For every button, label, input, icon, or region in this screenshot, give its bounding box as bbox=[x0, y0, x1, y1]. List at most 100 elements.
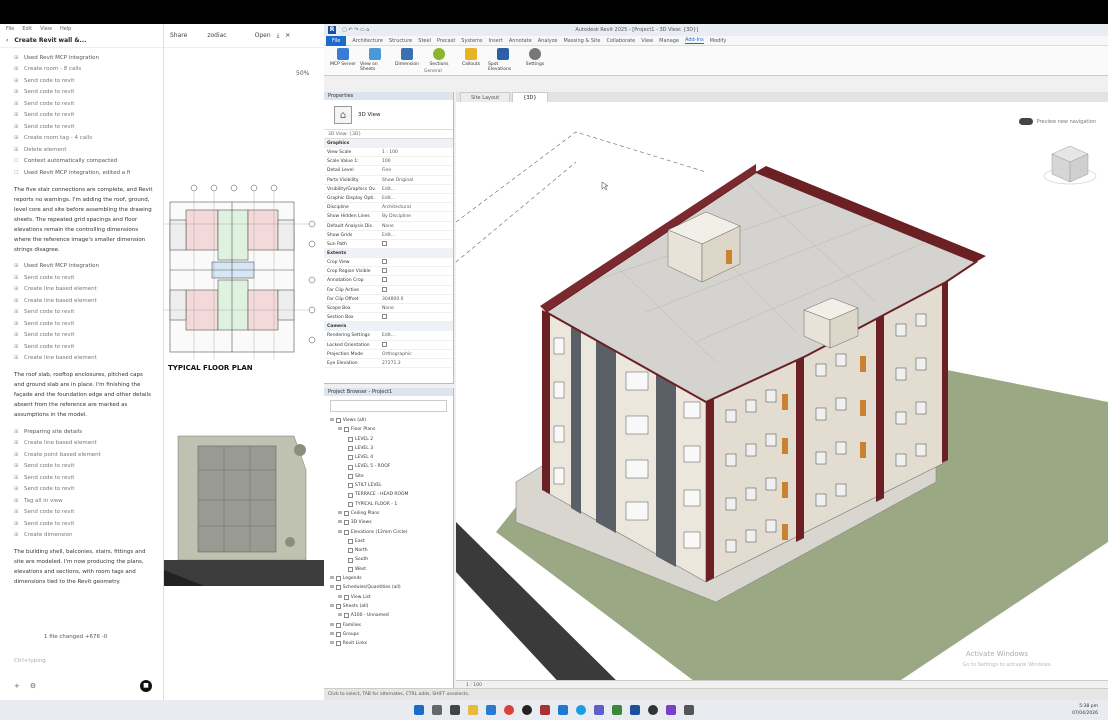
expand-icon[interactable]: ⊟ bbox=[338, 593, 342, 602]
tool-call-item[interactable]: ⊞ Send code to revit bbox=[14, 98, 153, 110]
property-row[interactable]: Discipline Architectural bbox=[324, 203, 453, 213]
mcp-server-button[interactable]: MCP Server bbox=[328, 48, 358, 73]
section-extents[interactable]: Extents bbox=[324, 249, 453, 259]
navigation-toggle[interactable]: Preview new navigation bbox=[1018, 118, 1096, 125]
ribbon-tab-collaborate[interactable]: Collaborate bbox=[606, 38, 635, 44]
settings-icon[interactable]: ⚙ bbox=[30, 682, 36, 690]
tool-call-item[interactable]: ⊞ Create line based element bbox=[14, 353, 153, 365]
tool-call-item[interactable]: ⊞ Create room tag - 4 calls bbox=[14, 133, 153, 145]
mail-icon[interactable] bbox=[558, 705, 568, 715]
expand-icon[interactable]: ⊟ bbox=[330, 583, 334, 592]
property-value[interactable] bbox=[380, 286, 453, 294]
start-icon[interactable] bbox=[414, 705, 424, 715]
close-icon[interactable]: ✕ bbox=[285, 32, 290, 39]
menu-file[interactable]: File bbox=[6, 26, 14, 32]
ribbon-tab-annotate[interactable]: Annotate bbox=[509, 38, 532, 44]
chrome-icon[interactable] bbox=[504, 705, 514, 715]
tool-call-item[interactable]: ⊞ Send code to revit bbox=[14, 518, 153, 530]
property-value[interactable]: 100 bbox=[380, 157, 453, 165]
app-icon[interactable] bbox=[612, 705, 622, 715]
browser-node[interactable]: ⊟ Views (all) bbox=[324, 416, 453, 425]
tool-call-item[interactable]: ⊞ Send code to revit bbox=[14, 75, 153, 87]
browser-node[interactable]: ⊟ A100 - Unnamed bbox=[324, 611, 453, 620]
menu-edit[interactable]: Edit bbox=[22, 26, 32, 32]
browser-node[interactable]: ⊟ Families bbox=[324, 621, 453, 630]
download-icon[interactable]: ⤓ bbox=[277, 32, 280, 40]
property-row[interactable]: View Scale 1 : 100 bbox=[324, 148, 453, 158]
settings-button[interactable]: Settings bbox=[520, 48, 550, 73]
browser-node[interactable]: LEVEL 5 - ROOF bbox=[324, 462, 453, 471]
menu-view[interactable]: View bbox=[40, 26, 52, 32]
tool-call-item[interactable]: ⊞ Send code to revit bbox=[14, 472, 153, 484]
ribbon-tab-manage[interactable]: Manage bbox=[659, 38, 679, 44]
section-graphics[interactable]: Graphics bbox=[324, 139, 453, 148]
browser-node[interactable]: LEVEL 4 bbox=[324, 453, 453, 462]
tool-group-header[interactable]: ⊞ Preparing site details bbox=[14, 426, 153, 438]
files-changed[interactable]: 1 file changed +676 -0 bbox=[44, 634, 107, 640]
property-value[interactable]: 304800.0 bbox=[380, 295, 453, 303]
ribbon-tab-modify[interactable]: Modify bbox=[710, 38, 727, 44]
expand-icon[interactable]: ⊟ bbox=[330, 574, 334, 583]
ribbon-tab-insert[interactable]: Insert bbox=[489, 38, 503, 44]
property-checkbox[interactable] bbox=[382, 240, 387, 246]
3d-viewport[interactable]: Preview new navigation Activate Windows … bbox=[456, 102, 1108, 690]
property-row[interactable]: Far Clip Active bbox=[324, 286, 453, 295]
property-value[interactable]: Show Original bbox=[380, 176, 453, 184]
ribbon-tab-systems[interactable]: Systems bbox=[461, 38, 482, 44]
expand-icon[interactable]: ⊟ bbox=[330, 602, 334, 611]
share-button[interactable]: Share bbox=[170, 32, 187, 39]
tool-call-item[interactable]: ⊞ Tag all in view bbox=[14, 495, 153, 507]
property-row[interactable]: Projection Mode Orthographic bbox=[324, 350, 453, 359]
ribbon-tab-structure[interactable]: Structure bbox=[389, 38, 412, 44]
app-icon[interactable] bbox=[540, 705, 550, 715]
property-row[interactable]: Crop Region Visible bbox=[324, 267, 453, 277]
property-row[interactable]: Scale Value 1: 100 bbox=[324, 157, 453, 167]
property-value[interactable] bbox=[380, 313, 453, 321]
tool-call-item[interactable]: ⊞ Create room - 8 calls bbox=[14, 64, 153, 76]
file-explorer-icon[interactable] bbox=[468, 705, 478, 715]
tool-call-item[interactable]: ⊞ Create point based element bbox=[14, 449, 153, 461]
browser-node[interactable]: North bbox=[324, 546, 453, 555]
property-row[interactable]: Locked Orientation bbox=[324, 341, 453, 350]
browser-node[interactable]: LEVEL 2 bbox=[324, 435, 453, 444]
expand-icon[interactable]: ⊟ bbox=[338, 509, 342, 518]
property-value[interactable]: Fine bbox=[380, 166, 453, 174]
building-model[interactable] bbox=[456, 102, 1108, 690]
property-checkbox[interactable] bbox=[382, 314, 387, 320]
tool-call-item[interactable]: ⊞ Create line based element bbox=[14, 295, 153, 307]
browser-node[interactable]: West bbox=[324, 565, 453, 574]
property-row[interactable]: Show Hidden Lines By Discipline bbox=[324, 212, 453, 222]
expand-icon[interactable]: ⊟ bbox=[338, 518, 342, 527]
github-icon[interactable] bbox=[522, 705, 532, 715]
app-icon[interactable] bbox=[684, 705, 694, 715]
ribbon-tab-analyze[interactable]: Analyze bbox=[538, 38, 558, 44]
expand-icon[interactable]: ⊟ bbox=[338, 611, 342, 620]
property-value[interactable]: Edit... bbox=[380, 194, 453, 202]
expand-icon[interactable]: ⊟ bbox=[330, 416, 334, 425]
teams-icon[interactable] bbox=[594, 705, 604, 715]
browser-node[interactable]: ⊟ Sheets (all) bbox=[324, 602, 453, 611]
property-value[interactable] bbox=[380, 240, 453, 248]
property-value[interactable]: None bbox=[380, 222, 453, 230]
section-camera[interactable]: Camera bbox=[324, 322, 453, 332]
tool-call-item[interactable]: ⊞ Send code to revit bbox=[14, 341, 153, 353]
tool-call-item[interactable]: ⊞ Delete element bbox=[14, 144, 153, 156]
property-value[interactable]: Architectural bbox=[380, 203, 453, 211]
tool-call-item[interactable]: ⊞ Send code to revit bbox=[14, 330, 153, 342]
ribbon-tab-precast[interactable]: Precast bbox=[437, 38, 455, 44]
revit-logo-icon[interactable]: R bbox=[328, 26, 336, 34]
browser-node[interactable]: Site bbox=[324, 472, 453, 481]
dimension-button[interactable]: Dimension bbox=[392, 48, 422, 73]
browser-search-input[interactable] bbox=[330, 400, 447, 412]
ribbon-tab-view[interactable]: View bbox=[641, 38, 653, 44]
toggle-switch[interactable] bbox=[1018, 118, 1033, 125]
property-value[interactable]: Edit... bbox=[380, 331, 453, 339]
file-tab[interactable]: zodiac bbox=[207, 32, 226, 39]
tool-call-item[interactable]: ⊞ Create line based element bbox=[14, 284, 153, 296]
property-value[interactable] bbox=[380, 276, 453, 284]
property-row[interactable]: Crop View bbox=[324, 258, 453, 268]
property-value[interactable]: By Discipline bbox=[380, 212, 453, 220]
ribbon-tab-file[interactable]: File bbox=[326, 35, 347, 46]
open-button[interactable]: Open bbox=[255, 32, 271, 39]
property-checkbox[interactable] bbox=[382, 341, 387, 347]
